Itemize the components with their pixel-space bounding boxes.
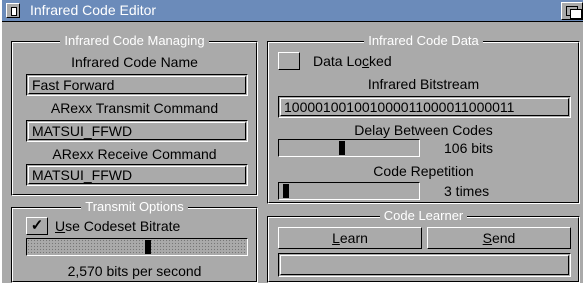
infrared-code-data-group: Infrared Code Data Data Locked Infrared … bbox=[267, 33, 580, 204]
code-name-label: Infrared Code Name bbox=[71, 54, 198, 70]
infrared-code-data-group-title: Infrared Code Data bbox=[268, 33, 579, 49]
use-codeset-bitrate-checkbox[interactable]: ✓ bbox=[26, 217, 48, 235]
infrared-code-editor-window: Infrared Code Editor Infrared Code Manag… bbox=[0, 0, 583, 283]
delay-value: 106 bits bbox=[444, 140, 494, 156]
arexx-transmit-label: ARexx Transmit Command bbox=[50, 100, 219, 116]
code-learner-group-title: Code Learner bbox=[268, 208, 579, 224]
send-button[interactable]: Send bbox=[427, 227, 571, 249]
use-codeset-bitrate-label: Use Codeset Bitrate bbox=[55, 218, 181, 234]
depth-arrange-icon[interactable] bbox=[561, 2, 583, 20]
code-name-field[interactable]: Fast Forward bbox=[26, 74, 248, 96]
code-managing-group: Infrared Code Managing Infrared Code Nam… bbox=[11, 33, 258, 196]
bitstream-field[interactable]: 100001001001000011000011000011 bbox=[278, 96, 571, 118]
window-title: Infrared Code Editor bbox=[30, 2, 157, 18]
delay-slider[interactable] bbox=[278, 139, 420, 157]
delay-label: Delay Between Codes bbox=[354, 122, 493, 138]
data-locked-label: Data Locked bbox=[313, 53, 392, 69]
arexx-receive-value: MATSUI_FFWD bbox=[32, 167, 133, 183]
repetition-slider-knob[interactable] bbox=[283, 184, 289, 198]
close-icon[interactable] bbox=[6, 3, 20, 18]
delay-slider-knob[interactable] bbox=[339, 141, 345, 155]
code-managing-group-title: Infrared Code Managing bbox=[12, 33, 257, 49]
bitrate-slider[interactable] bbox=[26, 238, 248, 256]
repetition-label: Code Repetition bbox=[373, 163, 474, 179]
code-learner-group: Code Learner Learn Send bbox=[267, 208, 580, 283]
arexx-transmit-value: MATSUI_FFWD bbox=[32, 123, 133, 139]
transmit-options-group-title: Transmit Options bbox=[12, 199, 257, 215]
arexx-receive-label: ARexx Receive Command bbox=[52, 146, 217, 162]
bitstream-value: 100001001001000011000011000011 bbox=[284, 99, 515, 115]
data-locked-checkbox[interactable] bbox=[278, 52, 300, 70]
bitrate-value: 2,570 bits per second bbox=[67, 263, 202, 279]
bitrate-slider-knob[interactable] bbox=[145, 240, 151, 254]
title-bar[interactable]: Infrared Code Editor bbox=[2, 0, 583, 22]
arexx-receive-field[interactable]: MATSUI_FFWD bbox=[26, 164, 248, 186]
checkmark-icon: ✓ bbox=[30, 217, 44, 234]
arexx-transmit-field[interactable]: MATSUI_FFWD bbox=[26, 120, 248, 142]
learner-status-field bbox=[278, 253, 571, 277]
learn-button[interactable]: Learn bbox=[278, 227, 422, 249]
code-name-value: Fast Forward bbox=[32, 77, 115, 93]
repetition-slider[interactable] bbox=[278, 182, 420, 200]
bitstream-label: Infrared Bitstream bbox=[367, 76, 480, 92]
repetition-value: 3 times bbox=[444, 183, 490, 199]
transmit-options-group: Transmit Options ✓ Use Codeset Bitrate 2… bbox=[11, 199, 258, 283]
